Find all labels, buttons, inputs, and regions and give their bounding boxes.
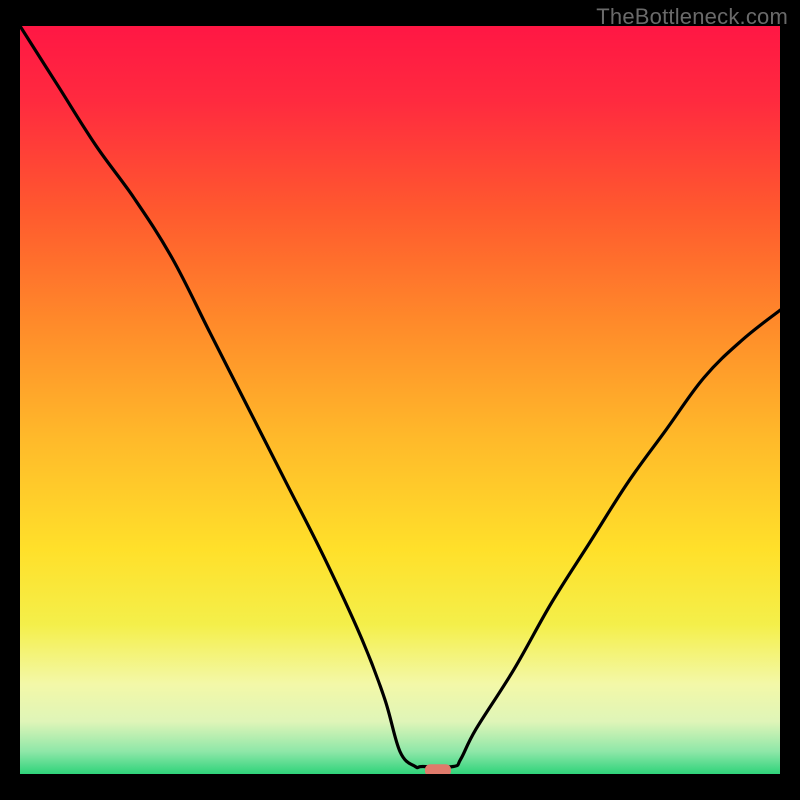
watermark-text: TheBottleneck.com xyxy=(596,4,788,30)
bottleneck-chart xyxy=(20,26,780,774)
gradient-background xyxy=(20,26,780,774)
optimal-marker xyxy=(425,764,451,774)
plot-area xyxy=(20,26,780,774)
chart-frame: TheBottleneck.com xyxy=(0,0,800,800)
